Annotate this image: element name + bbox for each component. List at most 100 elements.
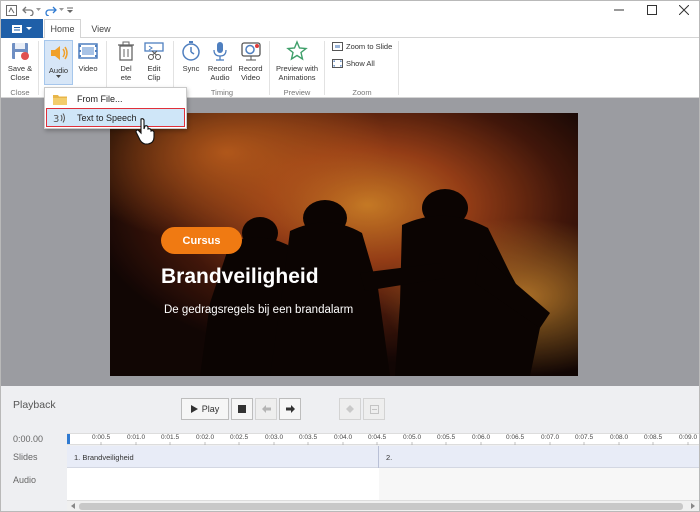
undo-icon[interactable] (21, 3, 35, 17)
show-all-button[interactable]: Show All (332, 59, 375, 68)
group-label-preview: Preview (283, 88, 311, 97)
marker-button[interactable] (339, 398, 361, 420)
ruler-label: 0:05.0 (403, 434, 422, 441)
file-menu-button[interactable] (1, 19, 43, 38)
scroll-right-icon[interactable] (689, 502, 697, 510)
hand-cursor-icon (135, 118, 155, 145)
show-all-icon (332, 59, 343, 68)
record-video-label-1: Record (238, 64, 263, 73)
delete-button[interactable]: Del ete (114, 40, 138, 82)
record-video-label-2: Video (240, 73, 261, 82)
minimize-icon[interactable] (603, 1, 635, 19)
ruler-label: 0:00.5 (92, 434, 111, 441)
menu-item-from-file[interactable]: From File... (46, 89, 185, 108)
current-time: 0:00.00 (13, 434, 44, 444)
ruler-label: 0:04.0 (334, 434, 353, 441)
record-audio-button[interactable]: Record Audio (207, 40, 233, 82)
save-close-label-2: Close (10, 73, 30, 82)
timeline-scrollbar[interactable] (67, 500, 699, 511)
arrow-left-icon (261, 405, 271, 413)
text-to-speech-icon: 3 (53, 112, 65, 124)
group-divider (398, 41, 399, 95)
course-badge: Cursus (161, 227, 242, 254)
zoom-to-slide-label: Zoom to Slide (346, 42, 393, 51)
star-animation-icon (286, 40, 308, 61)
undo-dropdown-icon[interactable] (35, 3, 41, 17)
sync-button[interactable]: Sync (180, 40, 202, 73)
audio-button[interactable]: Audio (44, 40, 73, 85)
ruler-label: 0:09.0 (679, 434, 698, 441)
previous-button[interactable] (255, 398, 277, 420)
audio-chevron-down-icon (56, 75, 61, 78)
scrollbar-thumb[interactable] (79, 503, 683, 510)
save-close-button[interactable]: Save & Close (6, 40, 34, 82)
ruler-label: 0:08.5 (644, 434, 663, 441)
ruler-label: 0:03.5 (299, 434, 318, 441)
audio-dropdown-menu: From File... 3 Text to Speech (44, 87, 187, 129)
preview-animations-button[interactable]: Preview with Animations (275, 40, 319, 82)
app-icon (5, 3, 17, 17)
diamond-marker-icon (346, 405, 354, 413)
edit-clip-label-1: Edit (147, 64, 161, 73)
ruler-label: 0:02.5 (230, 434, 249, 441)
scissors-film-icon (144, 42, 164, 60)
transition-icon (369, 404, 379, 414)
menu-item-text-to-speech[interactable]: 3 Text to Speech (46, 108, 185, 127)
redo-icon[interactable] (44, 3, 58, 17)
video-button[interactable]: Video (76, 40, 100, 73)
arrow-right-icon (285, 405, 295, 413)
preview-label-2: Animations (278, 73, 316, 82)
app-window: Home View Save & Close Close Audio Video… (0, 0, 700, 512)
audio-track[interactable] (67, 468, 699, 500)
record-video-button[interactable]: Record Video (237, 40, 264, 82)
tab-home[interactable]: Home (44, 19, 81, 39)
slide-preview[interactable]: Cursus Brandveiligheid De gedragsregels … (110, 113, 578, 376)
webcam-icon (240, 42, 261, 61)
stop-icon (238, 405, 246, 413)
play-button[interactable]: Play (181, 398, 229, 420)
transition-button[interactable] (363, 398, 385, 420)
tab-view[interactable]: View (83, 19, 119, 38)
film-icon (78, 43, 98, 59)
sync-label: Sync (182, 64, 200, 73)
slide-canvas: Cursus Brandveiligheid De gedragsregels … (1, 98, 699, 386)
svg-text:3: 3 (53, 114, 59, 124)
preview-label-1: Preview with (275, 64, 319, 73)
edit-clip-label-2: Clip (147, 73, 161, 82)
audio-track-area (67, 468, 379, 500)
maximize-icon[interactable] (636, 1, 668, 19)
playback-title: Playback (13, 399, 56, 411)
timeline-slide-2-label: 2. (386, 452, 393, 462)
edit-clip-button[interactable]: Edit Clip (141, 40, 167, 82)
title-bar (1, 1, 699, 19)
redo-dropdown-icon[interactable] (58, 3, 64, 17)
ruler-label: 0:03.0 (265, 434, 284, 441)
customize-toolbar-icon[interactable] (66, 3, 74, 17)
audio-label: Audio (48, 66, 69, 75)
close-icon[interactable] (668, 1, 699, 19)
show-all-label: Show All (346, 59, 375, 68)
timeline-ruler[interactable]: 0:00.5 0:01.0 0:01.5 0:02.0 0:02.5 0:03.… (67, 433, 699, 445)
record-audio-label-2: Audio (210, 73, 230, 82)
next-button[interactable] (279, 398, 301, 420)
ruler-label: 0:06.0 (472, 434, 491, 441)
ruler-label: 0:06.5 (506, 434, 525, 441)
ruler-label: 0:01.5 (161, 434, 180, 441)
stop-button[interactable] (231, 398, 253, 420)
ruler-label: 0:08.0 (610, 434, 629, 441)
timeline-slide-1-label: 1. Brandveiligheid (74, 452, 134, 462)
slides-track: 1. Brandveiligheid 2. (67, 446, 699, 468)
timeline-slide-1[interactable]: 1. Brandveiligheid (67, 446, 379, 468)
zoom-to-slide-button[interactable]: Zoom to Slide (332, 42, 392, 51)
slide-title: Brandveiligheid (161, 265, 319, 288)
scroll-left-icon[interactable] (69, 502, 77, 510)
stopwatch-icon (182, 41, 200, 61)
timeline-slide-2[interactable]: 2. (379, 446, 699, 468)
slide-subtitle: De gedragsregels bij een brandalarm (164, 304, 354, 316)
zoom-slide-icon (332, 42, 343, 51)
video-label: Video (78, 64, 98, 73)
ribbon-tab-row: Home View (1, 19, 699, 39)
save-icon (12, 43, 29, 60)
ruler-label: 0:05.5 (437, 434, 456, 441)
delete-label-2: ete (120, 73, 132, 82)
